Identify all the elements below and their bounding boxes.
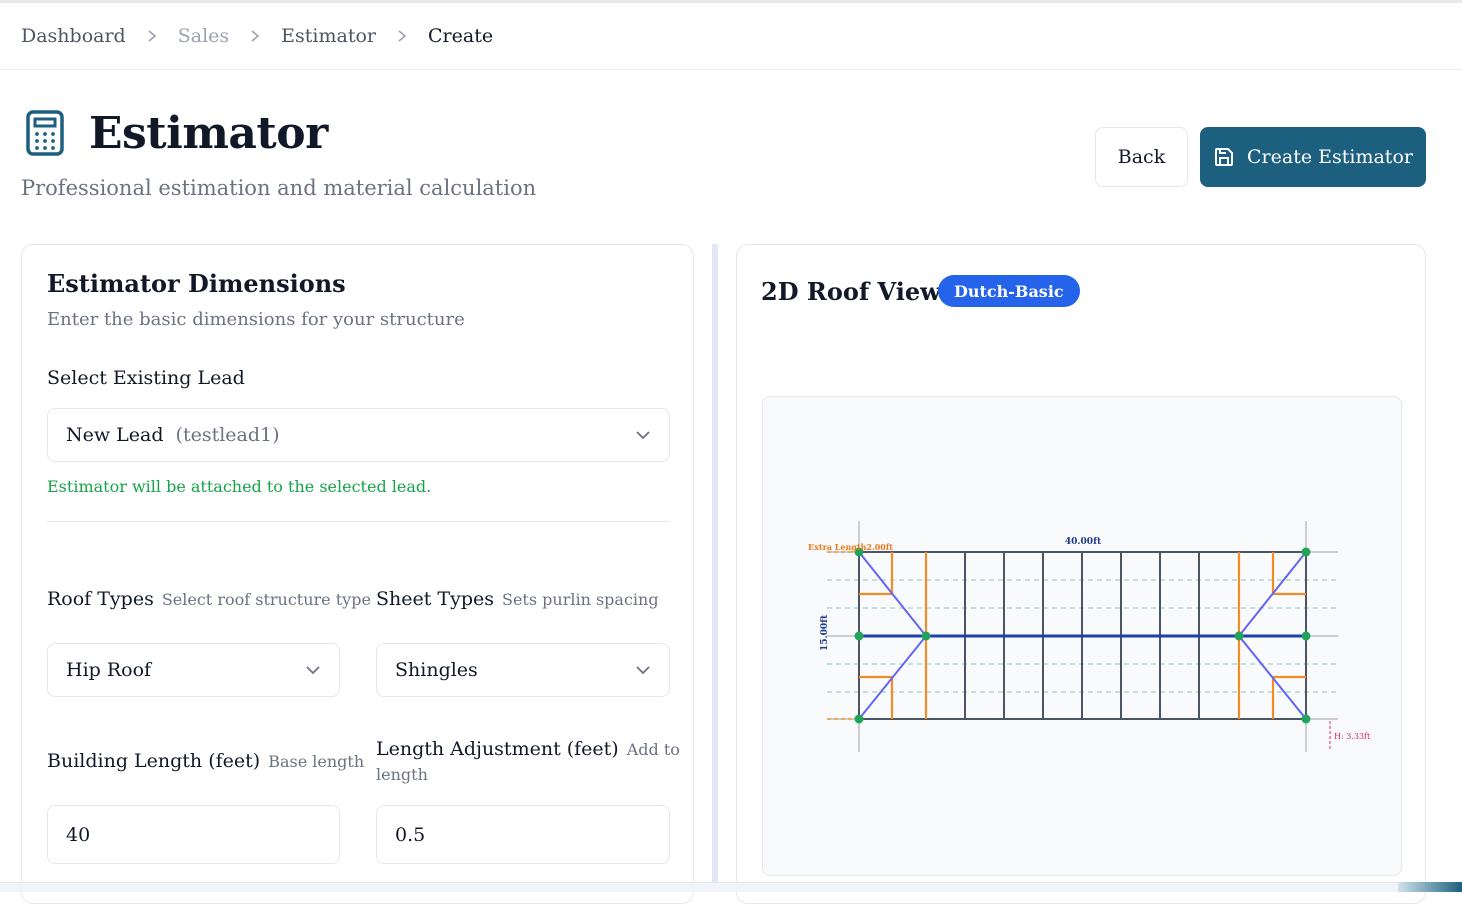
width-dimension-label: 15.00ft [820, 614, 830, 651]
page-title: Estimator [89, 107, 328, 159]
back-button[interactable]: Back [1095, 127, 1188, 187]
page-header: Estimator [21, 104, 328, 162]
panel-divider[interactable] [712, 244, 718, 884]
length-adjustment-input[interactable] [376, 805, 670, 864]
length-adjustment-hint-2: length [376, 765, 428, 784]
length-adjustment-hint: Add to [626, 740, 680, 759]
building-length-input[interactable] [47, 805, 340, 864]
roof-canvas[interactable]: 40.00ft Extra Length2.00ft 15.00ft H: 3.… [762, 396, 1402, 876]
sheet-type-select[interactable]: Shingles [376, 643, 670, 697]
roof-style-badge: Dutch-Basic [938, 275, 1080, 307]
breadcrumb-sales[interactable]: Sales [178, 25, 229, 47]
page-subtitle: Professional estimation and material cal… [21, 176, 537, 200]
height-dimension-label: H: 3.33ft [1334, 732, 1371, 741]
roof-type-label-text: Roof Types [47, 588, 154, 610]
dimensions-card: Estimator Dimensions Enter the basic dim… [21, 244, 694, 904]
roof-diagram: 40.00ft Extra Length2.00ft 15.00ft H: 3.… [808, 521, 1371, 752]
lead-label: Select Existing Lead [47, 367, 245, 389]
sheet-type-hint: Sets purlin spacing [501, 590, 659, 609]
length-adjustment-label: Length Adjustment (feet) Add to [376, 738, 680, 760]
calculator-icon [21, 104, 69, 162]
save-icon [1213, 146, 1235, 168]
roof-type-value: Hip Roof [66, 659, 152, 681]
chevron-down-icon [635, 430, 651, 440]
lead-select-sub: (testlead1) [175, 424, 280, 446]
breadcrumb-dashboard[interactable]: Dashboard [21, 25, 126, 47]
form-divider [47, 521, 670, 522]
chevron-right-icon [146, 29, 158, 43]
extra-length-label: Extra Length2.00ft [808, 542, 893, 552]
lead-select[interactable]: New Lead (testlead1) [47, 408, 670, 462]
building-length-label-text: Building Length (feet) [47, 750, 261, 772]
breadcrumb-create: Create [428, 25, 494, 47]
length-dimension-label: 40.00ft [1065, 537, 1102, 547]
sheet-type-label-text: Sheet Types [376, 588, 494, 610]
sheet-type-label: Sheet Types Sets purlin spacing [376, 588, 659, 610]
lead-select-value: New Lead [66, 424, 164, 446]
roof-type-hint: Select roof structure type [161, 590, 371, 609]
create-estimator-label: Create Estimator [1247, 146, 1413, 168]
sheet-type-value: Shingles [395, 659, 478, 681]
building-length-hint: Base length [268, 752, 365, 771]
dimensions-title: Estimator Dimensions [47, 269, 346, 298]
building-length-label: Building Length (feet) Base length [47, 750, 364, 772]
chevron-down-icon [305, 665, 321, 675]
roof-type-label: Roof Types Select roof structure type [47, 588, 371, 610]
roof-view-card: 2D Roof View Dutch-Basic 40.00ft Extra L… [736, 244, 1426, 904]
chevron-right-icon [249, 29, 261, 43]
breadcrumb: Dashboard Sales Estimator Create [0, 3, 1462, 70]
breadcrumb-estimator[interactable]: Estimator [281, 25, 376, 47]
length-adjustment-label-text: Length Adjustment (feet) [376, 738, 619, 760]
roof-type-select[interactable]: Hip Roof [47, 643, 340, 697]
horizontal-scrollbar[interactable] [0, 882, 1462, 892]
dimensions-description: Enter the basic dimensions for your stru… [47, 309, 465, 330]
scroll-thumb[interactable] [1398, 882, 1462, 892]
create-estimator-button[interactable]: Create Estimator [1200, 127, 1426, 187]
roof-view-title: 2D Roof View [761, 277, 941, 306]
chevron-right-icon [396, 29, 408, 43]
lead-help-text: Estimator will be attached to the select… [47, 477, 432, 496]
chevron-down-icon [635, 665, 651, 675]
